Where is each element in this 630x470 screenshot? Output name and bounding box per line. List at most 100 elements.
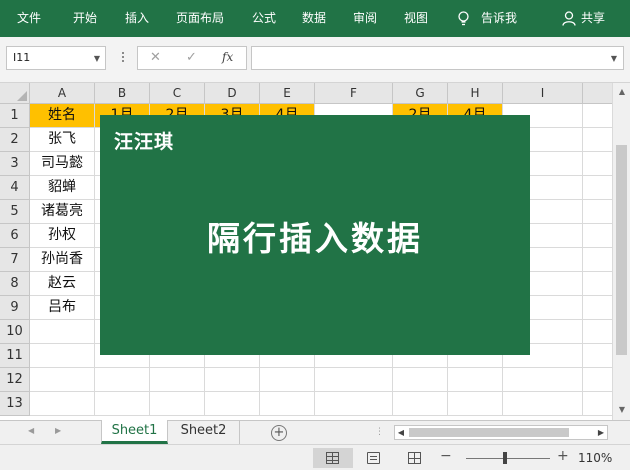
cell[interactable] xyxy=(583,368,612,392)
zoom-slider-track[interactable] xyxy=(466,458,550,459)
row-header[interactable]: 7 xyxy=(0,248,30,272)
cell[interactable] xyxy=(583,104,612,128)
tab-data[interactable]: 数据 xyxy=(302,0,326,37)
tab-insert[interactable]: 插入 xyxy=(125,0,149,37)
cell-a4[interactable]: 貂蝉 xyxy=(30,176,95,200)
row-header[interactable]: 1 xyxy=(0,104,30,128)
zoom-in-button[interactable]: + xyxy=(557,448,569,464)
cell-a1[interactable]: 姓名 xyxy=(30,104,95,128)
tab-file[interactable]: 文件 xyxy=(17,0,41,37)
cell[interactable] xyxy=(95,392,150,416)
cell[interactable] xyxy=(30,344,95,368)
cell[interactable] xyxy=(583,344,612,368)
next-sheet-icon[interactable]: ▶ xyxy=(55,426,61,435)
column-header-f[interactable]: F xyxy=(315,83,393,104)
add-sheet-icon[interactable]: + xyxy=(271,425,287,441)
cell[interactable] xyxy=(503,392,583,416)
tab-formulas[interactable]: 公式 xyxy=(252,0,276,37)
cell[interactable] xyxy=(583,392,612,416)
cell[interactable] xyxy=(583,272,612,296)
scroll-left-icon[interactable]: ◀ xyxy=(395,426,407,439)
row-header[interactable]: 5 xyxy=(0,200,30,224)
row-header[interactable]: 10 xyxy=(0,320,30,344)
scroll-right-icon[interactable]: ▶ xyxy=(595,426,607,439)
chevron-down-icon[interactable]: ▼ xyxy=(94,54,100,63)
cell-a5[interactable]: 诸葛亮 xyxy=(30,200,95,224)
cell[interactable] xyxy=(448,368,503,392)
cell[interactable] xyxy=(583,152,612,176)
split-handle-icon[interactable]: ⋮ xyxy=(375,427,384,437)
tab-view[interactable]: 视图 xyxy=(404,0,428,37)
row-header[interactable]: 4 xyxy=(0,176,30,200)
drag-handle-icon[interactable] xyxy=(121,50,125,66)
lightbulb-icon[interactable] xyxy=(457,11,470,26)
column-header-blank[interactable] xyxy=(583,83,612,104)
sheet-tab-sheet2[interactable]: Sheet2 xyxy=(168,420,240,444)
cell[interactable] xyxy=(448,392,503,416)
cell-a9[interactable]: 吕布 xyxy=(30,296,95,320)
select-all-button[interactable] xyxy=(0,83,30,104)
scroll-up-icon[interactable]: ▲ xyxy=(616,85,628,99)
row-header[interactable]: 13 xyxy=(0,392,30,416)
tab-home[interactable]: 开始 xyxy=(73,0,97,37)
cell[interactable] xyxy=(30,320,95,344)
cell-a2[interactable]: 张飞 xyxy=(30,128,95,152)
scroll-down-icon[interactable]: ▼ xyxy=(616,403,628,417)
normal-view-button[interactable] xyxy=(313,448,353,468)
page-break-view-button[interactable] xyxy=(395,448,435,468)
tab-review[interactable]: 审阅 xyxy=(353,0,377,37)
tell-me-search[interactable]: 告诉我 xyxy=(481,0,517,37)
expand-formula-chevron-icon[interactable]: ▼ xyxy=(611,54,617,63)
tab-page-layout[interactable]: 页面布局 xyxy=(176,0,224,37)
cell[interactable] xyxy=(260,368,315,392)
vertical-scroll-thumb[interactable] xyxy=(616,145,627,355)
cell[interactable] xyxy=(205,368,260,392)
row-header[interactable]: 6 xyxy=(0,224,30,248)
vertical-scrollbar[interactable]: ▲ ▼ xyxy=(612,83,630,420)
column-header-g[interactable]: G xyxy=(393,83,448,104)
column-header-e[interactable]: E xyxy=(260,83,315,104)
horizontal-scroll-thumb[interactable] xyxy=(409,428,569,437)
cell[interactable] xyxy=(583,296,612,320)
zoom-level[interactable]: 110% xyxy=(578,451,612,465)
cell-a3[interactable]: 司马懿 xyxy=(30,152,95,176)
cell[interactable] xyxy=(583,176,612,200)
cell[interactable] xyxy=(393,392,448,416)
zoom-out-button[interactable]: − xyxy=(440,448,452,464)
cell[interactable] xyxy=(205,392,260,416)
cell[interactable] xyxy=(150,392,205,416)
column-header-d[interactable]: D xyxy=(205,83,260,104)
column-header-a[interactable]: A xyxy=(30,83,95,104)
name-box[interactable]: I11 ▼ xyxy=(6,46,106,70)
cell[interactable] xyxy=(583,128,612,152)
cell-a6[interactable]: 孙权 xyxy=(30,224,95,248)
cell[interactable] xyxy=(393,368,448,392)
enter-check-icon[interactable]: ✓ xyxy=(186,50,197,65)
cancel-icon[interactable]: ✕ xyxy=(150,50,161,65)
cell[interactable] xyxy=(30,392,95,416)
column-header-i[interactable]: I xyxy=(503,83,583,104)
cell[interactable] xyxy=(95,368,150,392)
cell[interactable] xyxy=(583,200,612,224)
row-header[interactable]: 2 xyxy=(0,128,30,152)
row-header[interactable]: 9 xyxy=(0,296,30,320)
cell[interactable] xyxy=(583,248,612,272)
formula-input[interactable]: ▼ xyxy=(251,46,624,70)
horizontal-scrollbar[interactable]: ◀ ▶ xyxy=(394,425,608,440)
cell[interactable] xyxy=(150,368,205,392)
insert-function-button[interactable]: fx xyxy=(222,50,233,64)
page-layout-view-button[interactable] xyxy=(354,448,394,468)
row-header[interactable]: 3 xyxy=(0,152,30,176)
column-header-c[interactable]: C xyxy=(150,83,205,104)
cell[interactable] xyxy=(503,368,583,392)
row-header[interactable]: 8 xyxy=(0,272,30,296)
zoom-slider-handle[interactable] xyxy=(503,452,507,464)
row-header[interactable]: 11 xyxy=(0,344,30,368)
sheet-tab-sheet1[interactable]: Sheet1 xyxy=(101,420,168,444)
cell[interactable] xyxy=(583,320,612,344)
prev-sheet-icon[interactable]: ◀ xyxy=(28,426,34,435)
user-icon[interactable] xyxy=(562,11,576,26)
cell[interactable] xyxy=(30,368,95,392)
column-header-h[interactable]: H xyxy=(448,83,503,104)
column-header-b[interactable]: B xyxy=(95,83,150,104)
